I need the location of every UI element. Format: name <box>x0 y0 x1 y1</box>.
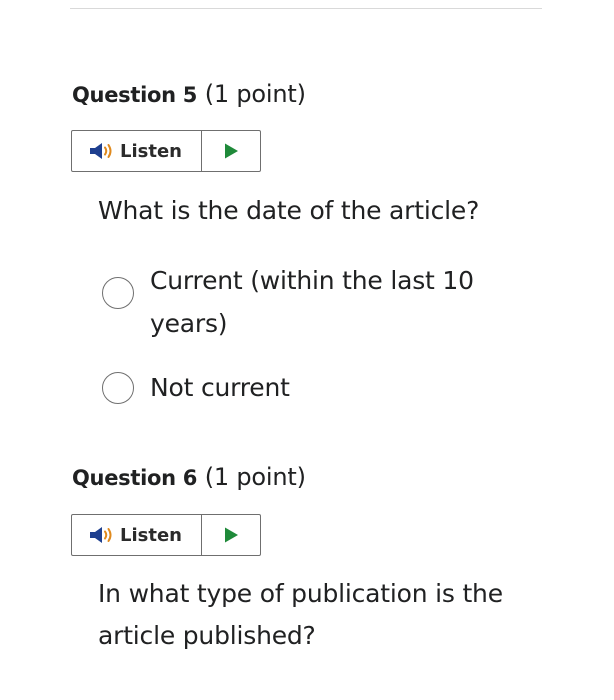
play-icon <box>225 527 238 543</box>
top-divider <box>70 8 542 9</box>
speaker-icon <box>90 143 112 159</box>
speaker-icon <box>90 527 112 543</box>
radio-button[interactable] <box>102 277 134 309</box>
question-text: What is the date of the article? <box>98 196 480 225</box>
play-icon <box>225 143 238 159</box>
play-button[interactable] <box>202 131 260 171</box>
option-not-current[interactable]: Not current <box>102 366 542 409</box>
play-button[interactable] <box>202 515 260 555</box>
option-current[interactable]: Current (within the last 10 years) <box>102 259 542 345</box>
option-label: Not current <box>150 373 290 402</box>
listen-button[interactable]: Listen <box>72 131 202 171</box>
question-number: Question 6 <box>72 466 198 490</box>
question-number: Question 5 <box>72 83 198 107</box>
listen-label: Listen <box>120 140 182 162</box>
readspeaker-widget: Listen <box>71 130 261 172</box>
listen-button[interactable]: Listen <box>72 515 202 555</box>
option-label: Current (within the last 10 years) <box>150 266 474 338</box>
question-points: (1 point) <box>204 463 306 491</box>
question-points: (1 point) <box>204 80 306 108</box>
radio-button[interactable] <box>102 372 134 404</box>
question-6-heading: Question 6 (1 point) <box>72 463 306 491</box>
question-text: In what type of publication is the artic… <box>98 579 503 650</box>
listen-label: Listen <box>120 524 182 546</box>
question-5-heading: Question 5 (1 point) <box>72 80 306 108</box>
readspeaker-widget: Listen <box>71 514 261 556</box>
